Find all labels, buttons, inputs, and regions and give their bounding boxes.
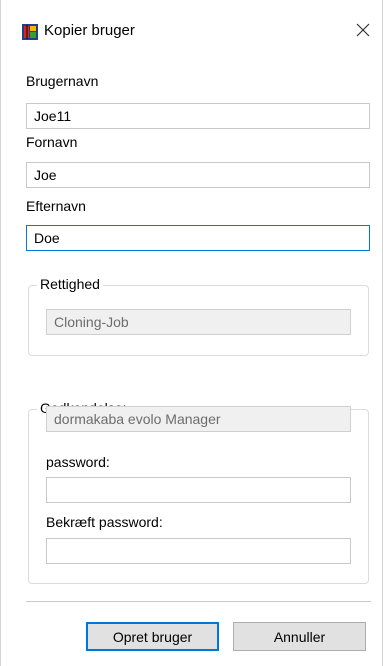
- username-label: Brugernavn: [26, 73, 99, 89]
- auth-group: Godkendelse: password: Bekræft password:: [28, 400, 369, 584]
- window-title: Kopier bruger: [44, 22, 135, 39]
- rights-legend: Rettighed: [37, 276, 103, 292]
- title-bar: Kopier bruger: [1, 0, 383, 62]
- username-field[interactable]: [26, 103, 370, 129]
- auth-field: [46, 406, 351, 432]
- password-label: password:: [46, 454, 110, 470]
- lastname-label: Efternavn: [26, 198, 86, 214]
- rights-field: [46, 309, 351, 335]
- firstname-field[interactable]: [26, 162, 370, 188]
- confirm-password-label: Bekræft password:: [46, 514, 163, 530]
- create-user-button[interactable]: Opret bruger: [86, 622, 219, 651]
- rights-group: Rettighed: [28, 276, 369, 356]
- close-icon[interactable]: [351, 18, 375, 42]
- lastname-field[interactable]: [26, 225, 370, 251]
- cancel-button[interactable]: Annuller: [233, 622, 366, 651]
- confirm-password-field[interactable]: [46, 538, 351, 564]
- copy-user-dialog: Kopier bruger Brugernavn Fornavn Efterna…: [0, 0, 383, 666]
- separator: [26, 601, 371, 602]
- app-icon: [22, 24, 38, 40]
- firstname-label: Fornavn: [26, 134, 78, 150]
- password-field[interactable]: [46, 477, 351, 503]
